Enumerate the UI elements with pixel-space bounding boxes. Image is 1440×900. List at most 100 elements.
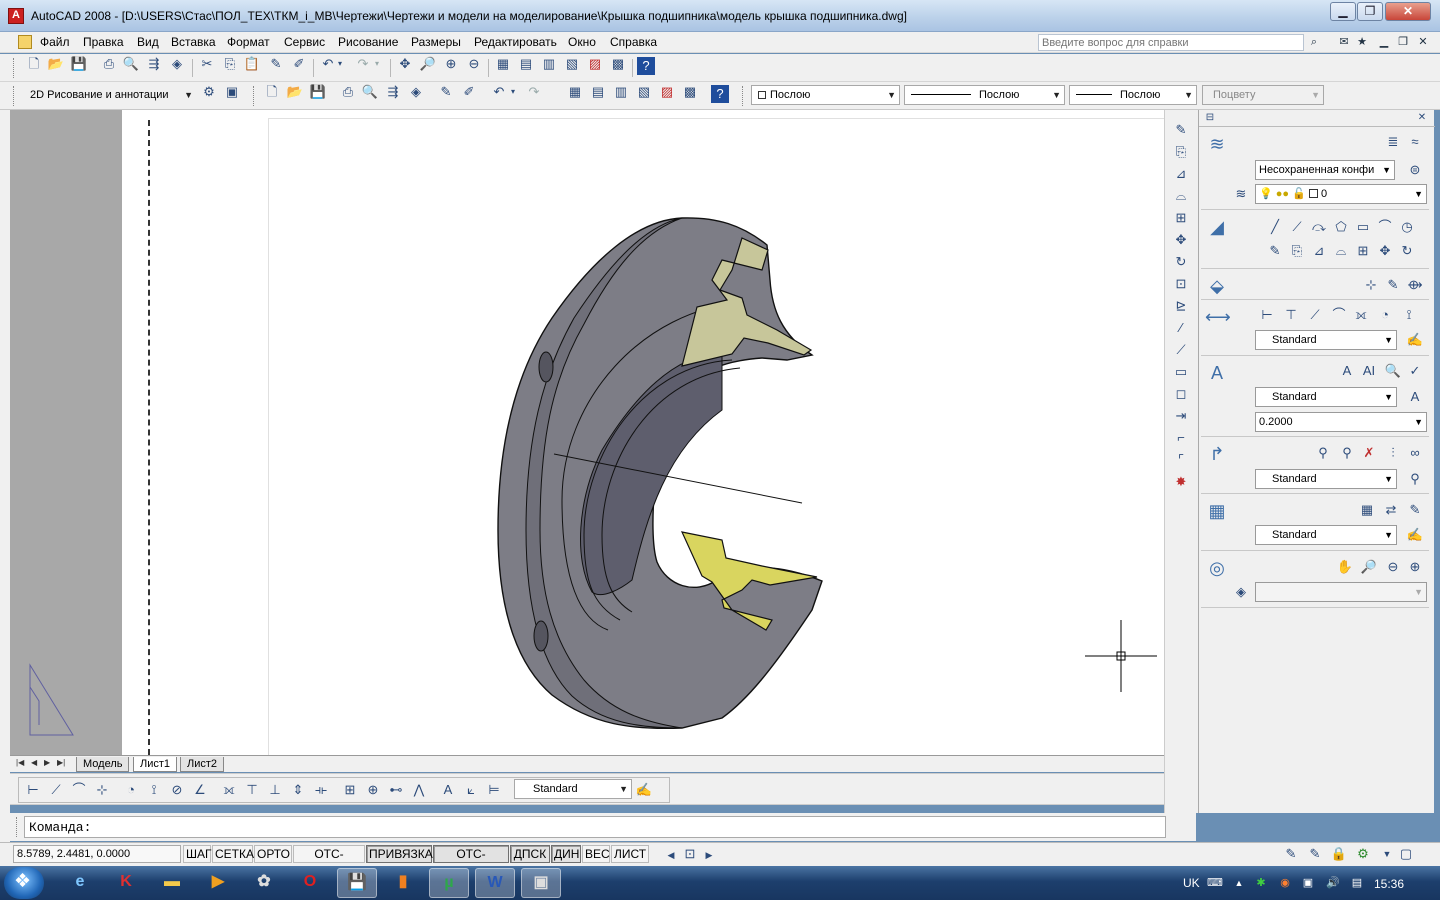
layers-icon[interactable]: ≋ — [1205, 132, 1229, 156]
multileader-style-select[interactable]: Standard ▼ — [1255, 469, 1397, 489]
3d-dwf-icon[interactable]: ◈ — [167, 54, 187, 74]
polygon-icon[interactable]: ⬠ — [1331, 217, 1351, 237]
workspace-settings-icon[interactable]: ⚙ — [199, 82, 219, 102]
tolerance-icon[interactable]: ⊞ — [340, 780, 360, 800]
extend-icon[interactable]: ⟋ — [1171, 340, 1191, 360]
redo-dropdown-icon[interactable]: ▾ — [372, 54, 382, 74]
chevron-left-icon[interactable]: ◀ — [666, 845, 676, 865]
clock[interactable]: 15:36 — [1374, 877, 1404, 891]
open-icon[interactable]: 📂 — [46, 54, 66, 74]
insert-block-icon[interactable]: ⊹ — [1361, 275, 1381, 295]
baseline-dimension-icon[interactable]: ⊤ — [242, 780, 262, 800]
annotation-visibility-icon[interactable]: ✎ — [1305, 844, 1325, 864]
erase-icon[interactable]: ✎ — [1171, 120, 1191, 140]
language-indicator[interactable]: UK — [1183, 876, 1200, 890]
diameter-dimension-icon[interactable]: ⊘ — [167, 780, 187, 800]
center-mark-icon[interactable]: ⊕ — [363, 780, 383, 800]
chevron-right-icon[interactable]: ▶ — [704, 845, 714, 865]
paste-icon[interactable]: 📋 — [242, 54, 262, 74]
status-menu-icon[interactable]: ▼ — [1377, 844, 1397, 864]
single-line-text-icon[interactable]: AI — [1359, 361, 1379, 381]
network-app-icon[interactable]: ✱ — [1254, 876, 1268, 890]
menu-window[interactable]: Окно — [568, 35, 596, 49]
prev-tab-icon[interactable]: ◀ — [31, 758, 37, 767]
close-button[interactable]: ✕ — [1385, 2, 1431, 21]
favorites-icon[interactable]: ★ — [1355, 35, 1369, 49]
menu-view[interactable]: Вид — [137, 35, 159, 49]
tool-palettes-icon[interactable]: ▥ — [539, 54, 559, 74]
tab-layout1[interactable]: Лист1 — [133, 757, 178, 772]
design-center-icon[interactable]: ▤ — [588, 82, 608, 102]
plotstyle-control-select[interactable]: Поцвету ▼ — [1202, 85, 1324, 105]
tab-layout2[interactable]: Лист2 — [180, 757, 225, 772]
doc-close-icon[interactable]: ✕ — [1416, 35, 1430, 49]
table-style-icon[interactable]: ✍ — [1405, 525, 1425, 545]
trim-icon[interactable]: ⁄ — [1171, 318, 1191, 338]
zoom-window-icon[interactable]: ⊕ — [441, 54, 461, 74]
snap-toggle[interactable]: ШАГ — [183, 845, 212, 863]
text-style-select[interactable]: Standard ▼ — [1255, 387, 1397, 407]
dimension-edit-icon[interactable]: A — [438, 780, 458, 800]
maximize-viewport-icon[interactable]: ⊡ — [680, 844, 700, 864]
mirror-icon[interactable]: ⊿ — [1171, 164, 1191, 184]
dimension-style-icon[interactable]: ✍ — [1405, 330, 1425, 350]
save-icon[interactable]: 💾 — [69, 54, 89, 74]
extract-data-icon[interactable]: ✎ — [1405, 500, 1425, 520]
firefox-icon[interactable]: ◉ — [1278, 876, 1292, 890]
markup-icon[interactable]: ▨ — [585, 54, 605, 74]
arc-length-icon[interactable]: ⟋ — [1305, 305, 1325, 325]
dimension-space-icon[interactable]: ⇕ — [288, 780, 308, 800]
block-editor-icon[interactable]: ✐ — [459, 82, 479, 102]
jogged-dimension-icon[interactable]: ⟟ — [144, 780, 164, 800]
lineweight-toggle[interactable]: ВЕС — [582, 845, 610, 863]
tray-settings-icon[interactable]: ⚙ — [1353, 844, 1373, 864]
first-tab-icon[interactable]: |◀ — [16, 758, 24, 767]
copy-icon[interactable]: ⎘ — [220, 54, 240, 74]
lineweight-control-select[interactable]: Послою ▼ — [1069, 85, 1197, 105]
dimensions-panel-icon[interactable]: ⟷ — [1205, 305, 1231, 329]
panel-close-icon[interactable]: ✕ — [1415, 108, 1429, 128]
open-icon[interactable]: 📂 — [285, 82, 305, 102]
quick-dimension-icon[interactable]: ⟗ — [219, 780, 239, 800]
word-icon[interactable]: W — [475, 868, 515, 898]
scale-icon[interactable]: ⊡ — [1171, 274, 1191, 294]
pan-icon[interactable]: ✋ — [1335, 557, 1355, 577]
properties-icon[interactable]: ▦ — [565, 82, 585, 102]
construction-line-icon[interactable]: ⤼ — [1309, 217, 1329, 237]
offset-icon[interactable]: ⌓ — [1171, 186, 1191, 206]
save-icon[interactable]: 💾 — [308, 82, 328, 102]
paper-model-toggle[interactable]: ЛИСТ — [611, 845, 649, 863]
grid-toggle[interactable]: СЕТКА — [212, 845, 254, 863]
toolbar-grip[interactable] — [13, 86, 16, 106]
design-center-icon[interactable]: ▤ — [516, 54, 536, 74]
layer-previous-icon[interactable]: ≈ — [1405, 132, 1425, 152]
offset-icon[interactable]: ⌓ — [1331, 241, 1351, 261]
publish-icon[interactable]: ⇶ — [144, 54, 164, 74]
array-icon[interactable]: ⊞ — [1353, 241, 1373, 261]
angular-dimension-icon[interactable]: ∠ — [190, 780, 210, 800]
quick-dimension-icon[interactable]: ⟗ — [1351, 305, 1371, 325]
command-line-grip[interactable] — [16, 817, 19, 837]
redo-icon[interactable]: ↷ — [524, 82, 544, 102]
color-control-select[interactable]: Послою ▼ — [751, 85, 900, 105]
coordinates-display[interactable]: 8.5789, 2.4481, 0.0000 — [13, 845, 181, 863]
lock-icon[interactable]: 🔒 — [1329, 844, 1349, 864]
arc-icon[interactable]: ⌒ — [1375, 217, 1395, 237]
block-panel-icon[interactable]: ⬙ — [1205, 274, 1229, 298]
menu-draw[interactable]: Рисование — [338, 35, 398, 49]
remove-leader-icon[interactable]: ✗ — [1359, 443, 1379, 463]
rotate-icon[interactable]: ↻ — [1171, 252, 1191, 272]
table-icon[interactable]: ▦ — [1357, 500, 1377, 520]
move-icon[interactable]: ✥ — [1375, 241, 1395, 261]
ordinate-dimension-icon[interactable]: ⊹ — [92, 780, 112, 800]
communication-center-icon[interactable]: ✉ — [1337, 35, 1351, 49]
add-leader-icon[interactable]: ⚲ — [1337, 443, 1357, 463]
mirror-icon[interactable]: ⊿ — [1309, 241, 1329, 261]
undo-dropdown-icon[interactable]: ▾ — [335, 54, 345, 74]
publish-icon[interactable]: ⇶ — [383, 82, 403, 102]
join-icon[interactable]: ⇥ — [1171, 406, 1191, 426]
dim-style-select[interactable]: Standard ▼ — [514, 779, 632, 799]
dyn-toggle[interactable]: ДИН — [551, 845, 581, 863]
create-block-icon[interactable]: ⟴ — [1405, 275, 1425, 295]
restore-button[interactable]: ❐ — [1357, 2, 1383, 21]
